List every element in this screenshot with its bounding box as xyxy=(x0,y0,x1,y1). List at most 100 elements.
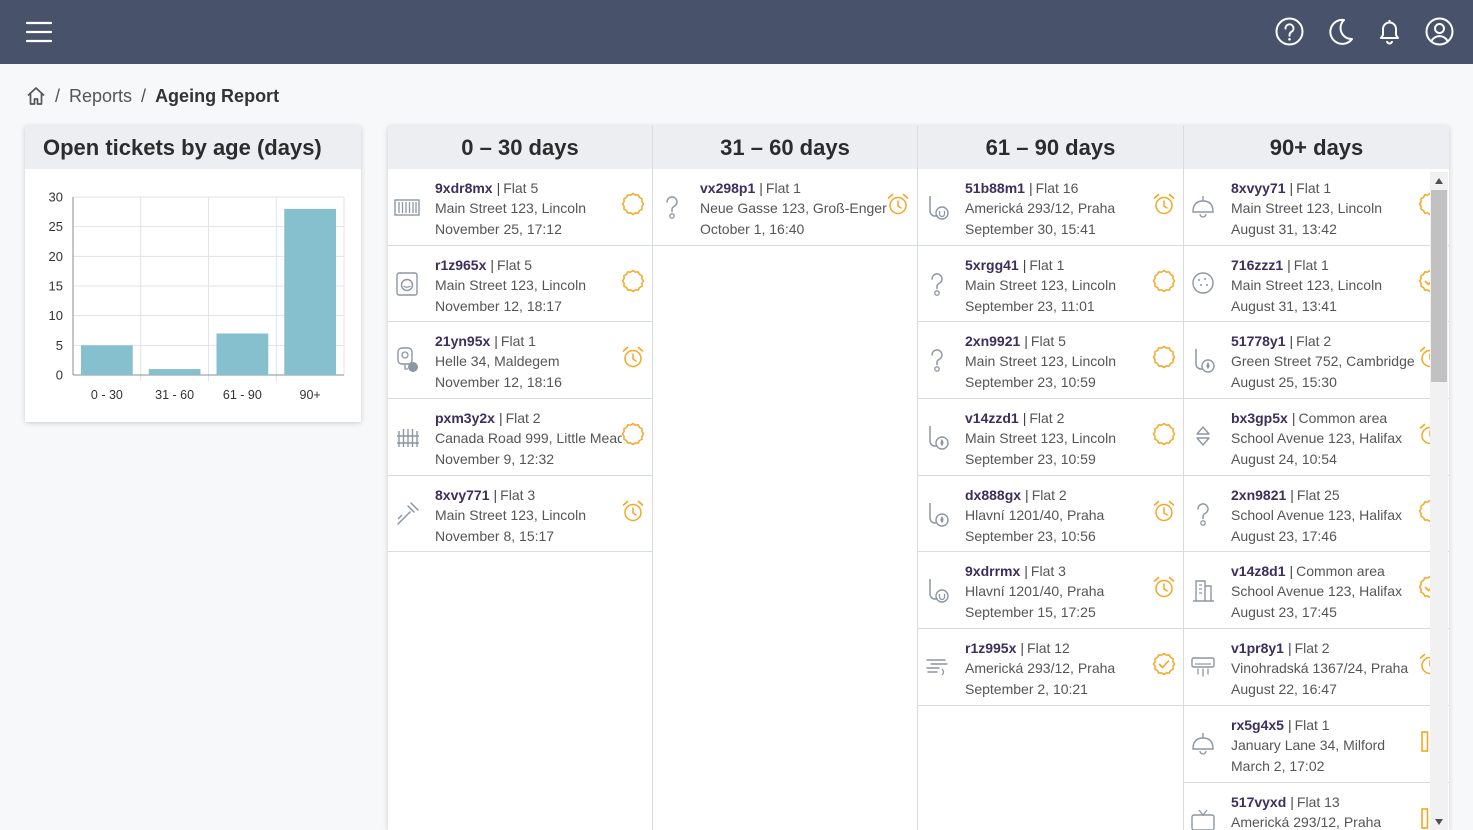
ticket-id: v1pr8y1 xyxy=(1231,640,1284,657)
ticket-date: August 23, 17:46 xyxy=(1231,527,1337,544)
separator: | xyxy=(1289,563,1294,580)
washing-machine-icon xyxy=(396,271,418,296)
ticket-card[interactable]: pxm3y2x | Flat 2 Canada Road 999, Little M… xyxy=(388,399,652,476)
ticket-unit: Flat 1 xyxy=(1293,256,1329,273)
scroll-up-arrow-icon[interactable] xyxy=(1434,177,1444,185)
user-account-icon[interactable] xyxy=(1424,16,1455,47)
pending-badge-icon xyxy=(1152,269,1176,292)
ticket-date: August 25, 15:30 xyxy=(1231,374,1337,391)
chart-bar xyxy=(148,369,201,375)
ticket-card[interactable]: 8xvy771 | Flat 3 Main Street 123, Lincoln … xyxy=(388,476,652,553)
ticket-date: September 30, 15:41 xyxy=(965,221,1096,237)
ticket-card[interactable]: 9xdr8mx | Flat 5 Main Street 123, Lincoln … xyxy=(388,169,652,246)
ticket-id: 21yn95x xyxy=(435,333,491,350)
separator: | xyxy=(1024,333,1028,350)
ticket-card[interactable]: 716zzz1 | Flat 1 Main Street 123, Lincoln … xyxy=(1184,246,1449,323)
board-scrollbar-thumb[interactable] xyxy=(1431,190,1447,382)
ticket-address: Main Street 123, Lincoln xyxy=(1231,276,1382,293)
ticket-list[interactable]: 51b88m1 | Flat 16 Americká 293/12, Praha S… xyxy=(918,169,1183,706)
ticket-card[interactable]: rx5g4x5 | Flat 1 January Lane 34, Milford … xyxy=(1184,706,1449,783)
ticket-address: Main Street 123, Lincoln xyxy=(965,353,1116,370)
ticket-id: 51778y1 xyxy=(1231,333,1286,350)
ticket-card[interactable]: bx3gp5x | Common area School Avenue 123, H… xyxy=(1184,399,1449,476)
separator: | xyxy=(1022,256,1027,273)
ticket-unit: Flat 5 xyxy=(503,180,539,196)
ticket-list[interactable]: 9xdr8mx | Flat 5 Main Street 123, Lincoln … xyxy=(388,169,652,553)
x-tick-label: 31 - 60 xyxy=(155,388,194,402)
ticket-card[interactable]: 51778y1 | Flat 2 Green Street 752, Cambrid… xyxy=(1184,322,1449,400)
help-icon[interactable] xyxy=(1274,16,1305,47)
ticket-card[interactable]: dx888gx | Flat 2 Hlavní 1201/40, Praha Sep… xyxy=(918,476,1183,553)
building-icon xyxy=(1193,580,1214,603)
ticket-date: November 9, 12:32 xyxy=(435,451,555,468)
ticket-unit: Flat 2 xyxy=(1294,640,1330,657)
ticket-card[interactable]: 9xdrrmx | Flat 3 Hlavní 1201/40, Praha Sep… xyxy=(918,552,1183,630)
home-icon[interactable] xyxy=(26,86,46,106)
alarm-clock-icon xyxy=(622,347,644,368)
ticket-card[interactable]: v14z8d1 | Common area School Avenue 123, H… xyxy=(1184,552,1449,630)
y-tick-label: 25 xyxy=(49,219,63,234)
breadcrumb-current-page: Ageing Report xyxy=(155,85,280,106)
ticket-card[interactable]: 5xrgg41 | Flat 1 Main Street 123, Lincoln … xyxy=(918,246,1183,323)
notification-bell-icon[interactable] xyxy=(1374,16,1405,47)
ticket-card[interactable]: v1pr8y1 | Flat 2 Vinohradská 1367/24, Prah… xyxy=(1184,629,1449,706)
ticket-id: 8xvy771 xyxy=(435,486,490,503)
ticket-date: November 12, 18:16 xyxy=(435,374,562,391)
age-bar-chart: 0 5 10 15 20 25 30 0 - 30 31 - 60 61 - 90 90+ xyxy=(49,190,345,402)
ticket-date: November 12, 18:17 xyxy=(435,297,562,314)
separator: | xyxy=(1289,180,1294,196)
age-column: 31 – 60 days vx298p1 | Flat 1 Neue Gasse 1… xyxy=(653,126,918,830)
alarm-clock-icon xyxy=(1153,500,1175,521)
chart-bar xyxy=(81,345,133,375)
ticket-card[interactable]: 21yn95x | Flat 1 Helle 34, Maldegem Novemb… xyxy=(388,322,652,400)
ticket-id: pxm3y2x xyxy=(435,410,495,427)
ticket-address: School Avenue 123, Halifax xyxy=(1231,430,1402,447)
pending-badge-icon xyxy=(621,192,645,216)
ticket-id: 9xdrrmx xyxy=(965,563,1021,580)
ticket-date: August 22, 16:47 xyxy=(1231,681,1337,698)
ticket-date: September 23, 10:59 xyxy=(965,374,1096,391)
ticket-unit: Flat 1 xyxy=(500,333,536,350)
y-tick-label: 5 xyxy=(56,338,63,353)
tools-icon xyxy=(397,502,419,525)
ticket-address: Main Street 123, Lincoln xyxy=(1231,200,1382,216)
ticket-unit: Flat 12 xyxy=(1027,640,1070,657)
separator: | xyxy=(498,410,503,427)
ticket-address: Americká 293/12, Praha xyxy=(1231,813,1382,830)
ticket-card[interactable]: 2xn9921 | Flat 5 Main Street 123, Lincoln … xyxy=(918,322,1183,400)
ticket-id: 716zzz1 xyxy=(1231,256,1284,273)
ticket-card[interactable]: 51b88m1 | Flat 16 Americká 293/12, Praha S… xyxy=(918,169,1183,246)
ticket-card[interactable]: 517vyxd | Flat 13 Americká 293/12, Praha xyxy=(1184,783,1449,830)
ticket-card[interactable]: 2xn9821 | Flat 25 School Avenue 123, Halif… xyxy=(1184,476,1449,553)
age-column: 61 – 90 days 51b88m1 | Flat 16 Americká 29… xyxy=(918,126,1184,830)
ticket-card[interactable]: r1z965x | Flat 5 Main Street 123, Lincoln … xyxy=(388,246,652,323)
dark-mode-moon-icon[interactable] xyxy=(1324,16,1355,47)
ticket-card[interactable]: 8xvyy71 | Flat 1 Main Street 123, Lincoln … xyxy=(1184,169,1449,246)
ticket-card[interactable]: r1z995x | Flat 12 Americká 293/12, Praha S… xyxy=(918,629,1183,706)
ticket-card[interactable]: v14zzd1 | Flat 2 Main Street 123, Lincoln … xyxy=(918,399,1183,476)
question-icon xyxy=(666,196,678,219)
breadcrumb-reports-link[interactable]: Reports xyxy=(69,86,132,107)
ticket-id: bx3gp5x xyxy=(1231,410,1288,427)
tv-icon xyxy=(1191,809,1215,830)
hamburger-menu-icon[interactable] xyxy=(25,19,53,45)
question-icon xyxy=(931,349,943,373)
ticket-address: Main Street 123, Lincoln xyxy=(435,276,586,293)
separator: | xyxy=(1022,410,1027,427)
scroll-down-arrow-icon[interactable] xyxy=(1434,818,1444,826)
y-tick-label: 10 xyxy=(49,308,63,323)
ticket-address: School Avenue 123, Halifax xyxy=(1231,583,1402,600)
column-title: 31 – 60 days xyxy=(653,126,917,169)
ticket-list[interactable]: 8xvyy71 | Flat 1 Main Street 123, Lincoln … xyxy=(1184,169,1449,830)
question-icon xyxy=(931,272,943,296)
ticket-unit: Flat 16 xyxy=(1035,180,1079,196)
ticket-list[interactable]: vx298p1 | Flat 1 Neue Gasse 123, Groß-Enge… xyxy=(653,169,917,246)
ticket-id: r1z965x xyxy=(435,256,487,273)
breadcrumb-separator: / xyxy=(141,85,147,106)
x-tick-label: 90+ xyxy=(300,388,321,402)
ticket-date: October 1, 16:40 xyxy=(700,221,805,237)
ticket-card[interactable]: vx298p1 | Flat 1 Neue Gasse 123, Groß-Enge… xyxy=(653,169,917,246)
cookie-icon xyxy=(1192,271,1214,294)
chart-bar xyxy=(284,208,336,375)
ticket-date: September 15, 17:25 xyxy=(965,604,1096,621)
